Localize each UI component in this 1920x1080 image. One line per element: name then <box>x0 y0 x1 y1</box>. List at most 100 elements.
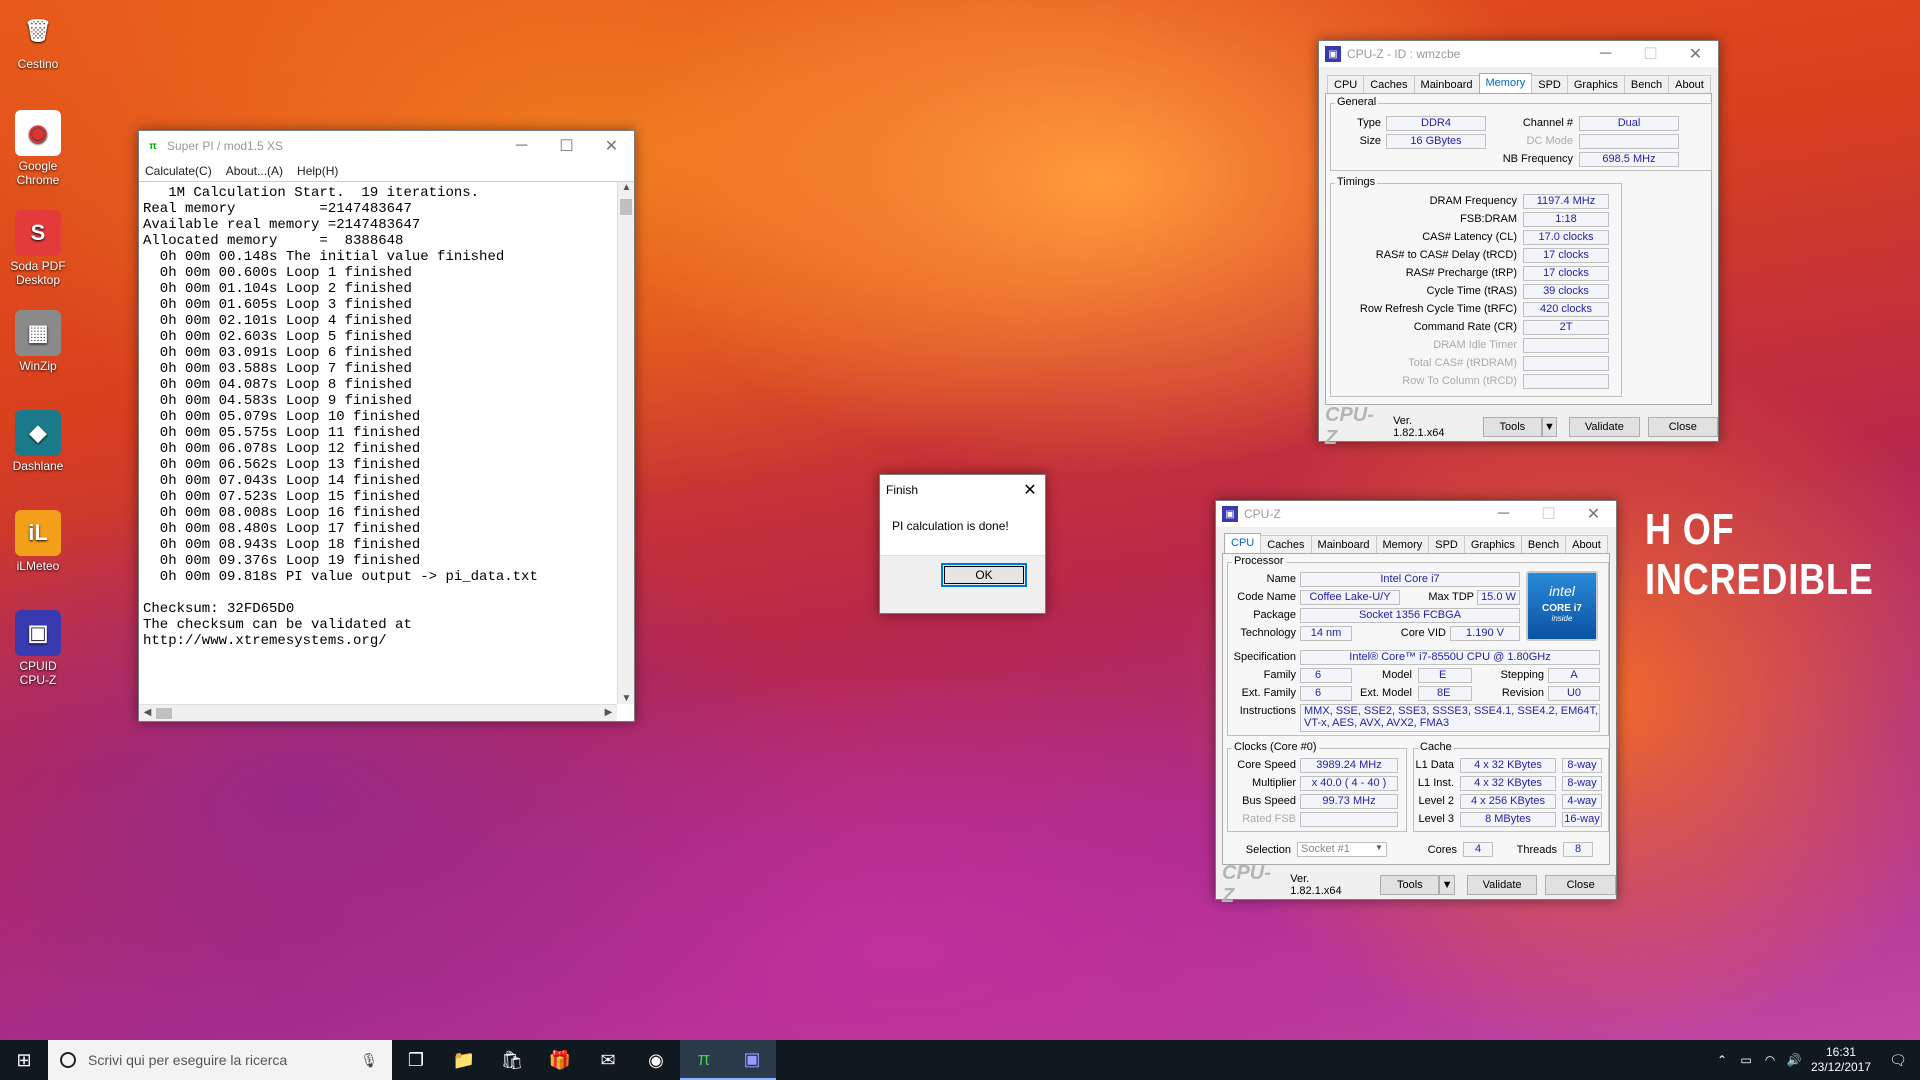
cpuz-cpu-titlebar[interactable]: ▣ CPU-Z ─ ☐ ✕ <box>1216 501 1616 527</box>
desktop-icon-recycle-bin[interactable]: 🗑 Cestino <box>4 8 72 71</box>
tab-cpu[interactable]: CPU <box>1327 75 1365 94</box>
store-icon[interactable]: 🛍 <box>488 1040 536 1080</box>
wifi-icon[interactable]: ◠ <box>1758 1053 1782 1067</box>
search-box[interactable]: Scrivi qui per eseguire la ricerca 🎙 <box>48 1040 392 1080</box>
maximize-icon[interactable]: ☐ <box>1526 504 1571 524</box>
desktop-icon-soda-pdf[interactable]: S Soda PDF Desktop <box>4 210 72 287</box>
mail-icon[interactable]: ✉ <box>584 1040 632 1080</box>
tab-memory[interactable]: Memory <box>1478 73 1533 94</box>
timings-group: Timings DRAM Frequency 1197.4 MHz FSB:DRAM… <box>1330 176 1622 397</box>
close-icon[interactable]: ✕ <box>1571 504 1616 524</box>
tab-bench[interactable]: Bench <box>1520 535 1567 554</box>
tab-spd[interactable]: SPD <box>1531 75 1568 94</box>
windows-start-icon[interactable]: ⊞ <box>0 1040 48 1080</box>
cache-size-value: 8 MBytes <box>1460 812 1556 827</box>
tools-dropdown-icon[interactable]: ▼ <box>1541 417 1558 437</box>
minimize-icon[interactable]: ─ <box>1583 45 1628 63</box>
menu-calculate[interactable]: Calculate(C) <box>145 161 212 181</box>
scroll-left-icon[interactable]: ◀ <box>139 707 156 718</box>
tools-button[interactable]: Tools <box>1380 875 1440 895</box>
spec-value: Intel® Core™ i7-8550U CPU @ 1.80GHz <box>1300 650 1600 665</box>
family-value: 6 <box>1300 668 1352 683</box>
timing-value <box>1523 338 1609 353</box>
task-view-icon[interactable]: ❐ <box>392 1040 440 1080</box>
tab-graphics[interactable]: Graphics <box>1463 535 1522 554</box>
output-line: The checksum can be validated at <box>143 617 412 633</box>
volume-icon[interactable]: 🔊 <box>1782 1053 1806 1067</box>
tab-graphics[interactable]: Graphics <box>1566 75 1625 94</box>
superpi-output[interactable]: 1M Calculation Start. 19 iterations. Real… <box>139 181 634 721</box>
close-button[interactable]: Close <box>1647 417 1718 437</box>
tab-bench[interactable]: Bench <box>1623 75 1670 94</box>
cache-label: Cache <box>1418 741 1454 753</box>
validate-button[interactable]: Validate <box>1466 875 1538 895</box>
taskbar: ⊞ Scrivi qui per eseguire la ricerca 🎙 ❐… <box>0 1040 1920 1080</box>
finish-titlebar[interactable]: Finish ✕ <box>880 475 1045 505</box>
tab-mainboard[interactable]: Mainboard <box>1310 535 1377 554</box>
multiplier-value: x 40.0 ( 4 - 40 ) <box>1300 776 1398 791</box>
close-icon[interactable]: ✕ <box>589 136 634 156</box>
superpi-titlebar[interactable]: π Super PI / mod1.5 XS ─ ☐ ✕ <box>139 131 634 161</box>
tab-caches[interactable]: Caches <box>1363 75 1415 94</box>
notifications-icon[interactable]: 🗨 <box>1876 1052 1920 1069</box>
chevron-down-icon[interactable]: ▼ <box>1375 843 1383 852</box>
minimize-icon[interactable]: ─ <box>1481 505 1526 523</box>
desktop-icon-cpuz[interactable]: ▣ CPUID CPU-Z <box>4 610 72 687</box>
scroll-right-icon[interactable]: ▶ <box>600 707 617 718</box>
cpuz-taskbar-icon[interactable]: ▣ <box>728 1040 776 1080</box>
timing-value: 17.0 clocks <box>1523 230 1609 245</box>
desktop-icon-chrome[interactable]: ◉ Google Chrome <box>4 110 72 187</box>
close-icon[interactable]: ✕ <box>1673 44 1718 64</box>
menu-help[interactable]: Help(H) <box>297 161 338 181</box>
battery-icon[interactable]: ▭ <box>1734 1053 1758 1067</box>
file-explorer-icon[interactable]: 📁 <box>440 1040 488 1080</box>
tab-spd[interactable]: SPD <box>1428 535 1465 554</box>
menu-about[interactable]: About...(A) <box>226 161 283 181</box>
scroll-up-icon[interactable]: ▲ <box>618 182 635 193</box>
timing-value <box>1523 374 1609 389</box>
desktop-icon-dashlane[interactable]: ◆ Dashlane <box>4 410 72 473</box>
revision-value: U0 <box>1548 686 1600 701</box>
vertical-scrollbar[interactable]: ▲ ▼ <box>617 182 634 704</box>
clock[interactable]: 16:31 23/12/2017 <box>1806 1045 1876 1075</box>
desktop-icon-winzip[interactable]: ▦ WinZip <box>4 310 72 373</box>
desktop-icon-ilmeteo[interactable]: iL iLMeteo <box>4 510 72 573</box>
clock-date: 23/12/2017 <box>1810 1060 1872 1074</box>
close-button[interactable]: Close <box>1545 875 1616 895</box>
tab-memory[interactable]: Memory <box>1375 535 1430 554</box>
tab-about[interactable]: About <box>1565 535 1608 554</box>
validate-button[interactable]: Validate <box>1569 417 1640 437</box>
maximize-icon[interactable]: ☐ <box>1628 44 1673 64</box>
scroll-down-icon[interactable]: ▼ <box>618 693 635 704</box>
tab-cpu[interactable]: CPU <box>1224 533 1262 554</box>
horizontal-scrollbar[interactable]: ◀ ▶ <box>139 704 617 721</box>
microphone-icon[interactable]: 🎙 <box>360 1052 378 1069</box>
scroll-thumb[interactable] <box>620 199 632 215</box>
extfamily-value: 6 <box>1300 686 1352 701</box>
close-icon[interactable]: ✕ <box>1015 480 1045 500</box>
tab-mainboard[interactable]: Mainboard <box>1413 75 1480 94</box>
spec-label: Specification <box>1233 651 1296 663</box>
chrome-icon[interactable]: ◉ <box>632 1040 680 1080</box>
desktop-icon-label: CPUID CPU-Z <box>19 659 57 687</box>
intel-brand: intel <box>1549 583 1575 599</box>
cpuz-mem-titlebar[interactable]: ▣ CPU-Z - ID : wmzcbe ─ ☐ ✕ <box>1319 41 1718 67</box>
selection-dropdown[interactable]: Socket #1 <box>1297 842 1387 857</box>
tools-button[interactable]: Tools <box>1482 417 1542 437</box>
gift-icon[interactable]: 🎁 <box>536 1040 584 1080</box>
instructions-label: Instructions <box>1239 705 1296 717</box>
chevron-up-icon[interactable]: ⌃ <box>1710 1053 1734 1067</box>
model-label: Model <box>1382 669 1412 681</box>
tab-about[interactable]: About <box>1668 75 1711 94</box>
package-label: Package <box>1253 609 1296 621</box>
maximize-icon[interactable]: ☐ <box>544 136 589 156</box>
hscroll-thumb[interactable] <box>156 708 172 719</box>
processor-group: Processor Name Intel Core i7 Code Name C… <box>1227 555 1609 736</box>
tools-dropdown-icon[interactable]: ▼ <box>1439 875 1455 895</box>
tab-caches[interactable]: Caches <box>1260 535 1312 554</box>
minimize-icon[interactable]: ─ <box>499 137 544 155</box>
ok-button[interactable]: OK <box>941 562 1027 587</box>
output-line: 1M Calculation Start. 19 iterations. <box>143 185 480 201</box>
cpuz-version: Ver. 1.82.1.x64 <box>1393 415 1445 439</box>
superpi-taskbar-icon[interactable]: π <box>680 1040 728 1080</box>
